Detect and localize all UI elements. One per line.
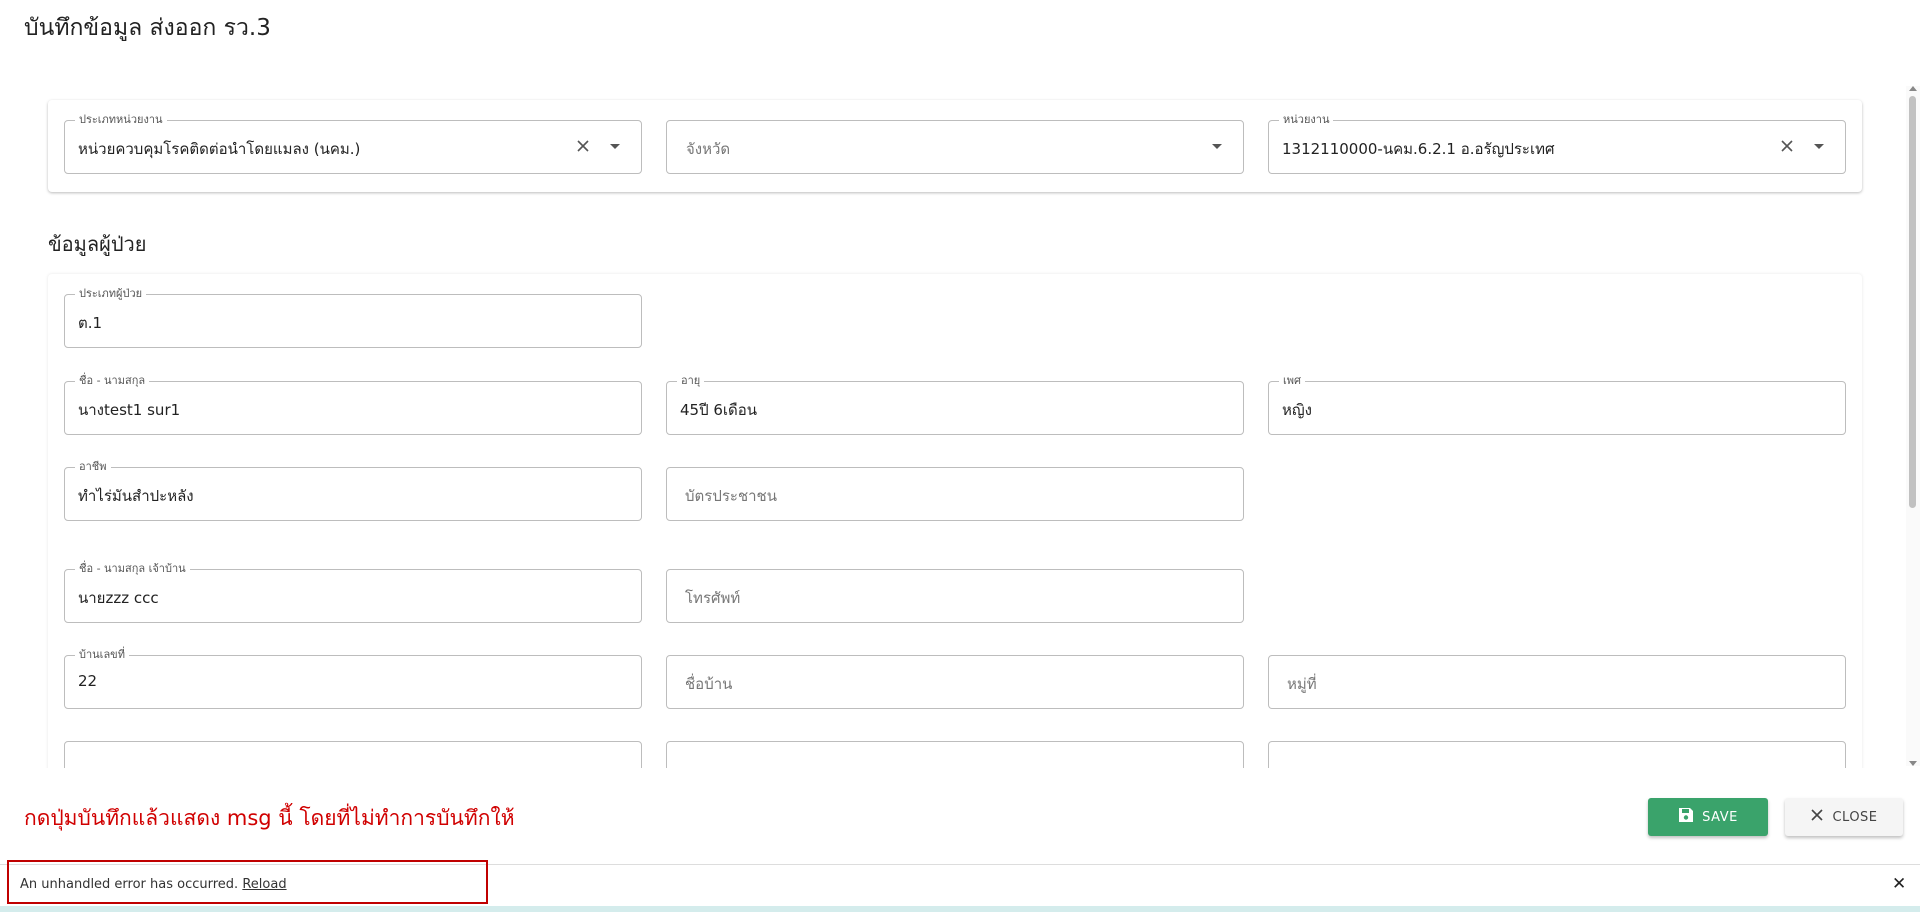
gender-label: เพศ [1279,374,1305,388]
patient-type-label: ประเภทผู้ป่วย [75,287,147,301]
owner-name-label: ชื่อ - นามสกุล เจ้าบ้าน [75,562,190,576]
age-label: อายุ [677,374,705,388]
patient-section-title: ข้อมูลผู้ป่วย [48,232,147,256]
save-button[interactable]: SAVE [1648,798,1768,836]
unit-type-select[interactable]: ประเภทหน่วยงาน หน่วยควบคุมโรคติดต่อนำโดย… [64,113,642,174]
phone-field[interactable]: โทรศัพท์ [666,569,1244,623]
village-name-field[interactable]: ชื่อบ้าน [666,655,1244,709]
form-field-partial[interactable] [1268,741,1846,768]
page-title: บันทึกข้อมูล ส่งออก รว.3 [24,15,271,41]
full-name-field[interactable]: ชื่อ - นามสกุล นางtest1 sur1 [64,374,642,435]
annotation-note: กดปุ่มบันทึกแล้วแสดง msg นี้ โดยที่ไม่ทำ… [24,806,515,830]
province-placeholder: จังหวัด [686,140,731,158]
age-field[interactable]: อายุ 45ปี 6เดือน [666,374,1244,435]
gender-field[interactable]: เพศ หญิง [1268,374,1846,435]
unit-label: หน่วยงาน [1279,113,1334,127]
arrow-drop-down-icon[interactable] [603,134,627,158]
gender-value: หญิง [1282,401,1312,419]
house-no-field[interactable]: บ้านเลขที่ 22 [64,648,642,709]
scroll-up-icon[interactable] [1909,86,1917,91]
floppy-disk-icon [1678,807,1694,827]
arrow-drop-down-icon[interactable] [1205,134,1229,158]
arrow-drop-down-icon[interactable] [1807,134,1831,158]
unit-type-label: ประเภทหน่วยงาน [75,113,167,127]
age-value: 45ปี 6เดือน [680,401,758,419]
error-message: An unhandled error has occurred. Reload [20,877,287,892]
form-scroll-area[interactable]: ประเภทหน่วยงาน หน่วยควบคุมโรคติดต่อนำโดย… [0,60,1920,768]
occupation-field[interactable]: อาชีพ ทำไร่มันสำปะหลัง [64,460,642,521]
patient-type-value: ต.1 [78,314,103,332]
occupation-label: อาชีพ [75,460,111,474]
phone-placeholder: โทรศัพท์ [685,589,741,607]
form-field-partial[interactable] [666,741,1244,768]
house-no-label: บ้านเลขที่ [75,648,129,662]
village-name-placeholder: ชื่อบ้าน [685,675,733,693]
owner-name-value: นายzzz ccc [78,589,159,607]
unit-select[interactable]: หน่วยงาน 1312110000-นคม.6.2.1 อ.อรัญประเ… [1268,113,1846,174]
house-no-value: 22 [78,672,98,690]
village-no-field[interactable]: หมู่ที่ [1268,655,1846,709]
reload-link[interactable]: Reload [242,877,286,892]
save-button-label: SAVE [1702,809,1738,825]
scroll-down-icon[interactable] [1909,761,1917,766]
full-name-label: ชื่อ - นามสกุล [75,374,150,388]
clear-icon[interactable] [571,134,595,158]
id-card-field[interactable]: บัตรประชาชน [666,467,1244,521]
occupation-value: ทำไร่มันสำปะหลัง [78,487,194,505]
patient-type-field[interactable]: ประเภทผู้ป่วย ต.1 [64,287,642,348]
clear-icon[interactable] [1775,134,1799,158]
owner-name-field[interactable]: ชื่อ - นามสกุล เจ้าบ้าน นายzzz ccc [64,562,642,623]
province-select[interactable]: จังหวัด [666,120,1244,174]
form-field-partial[interactable] [64,741,642,768]
vertical-scrollbar[interactable] [1906,86,1920,766]
unit-type-value: หน่วยควบคุมโรคติดต่อนำโดยแมลง (นคม.) [78,140,361,158]
close-button-label: CLOSE [1832,809,1878,825]
scrollbar-thumb[interactable] [1909,96,1916,508]
full-name-value: นางtest1 sur1 [78,401,181,419]
id-card-placeholder: บัตรประชาชน [685,487,777,505]
close-button[interactable]: CLOSE [1785,798,1903,836]
error-bar-bottom-edge [0,906,1920,912]
error-message-text: An unhandled error has occurred. [20,877,239,892]
unit-value: 1312110000-นคม.6.2.1 อ.อรัญประเทศ [1282,140,1555,158]
close-icon [1810,808,1824,826]
village-no-placeholder: หมู่ที่ [1287,675,1317,693]
error-dismiss-icon[interactable]: ✕ [1892,874,1906,894]
